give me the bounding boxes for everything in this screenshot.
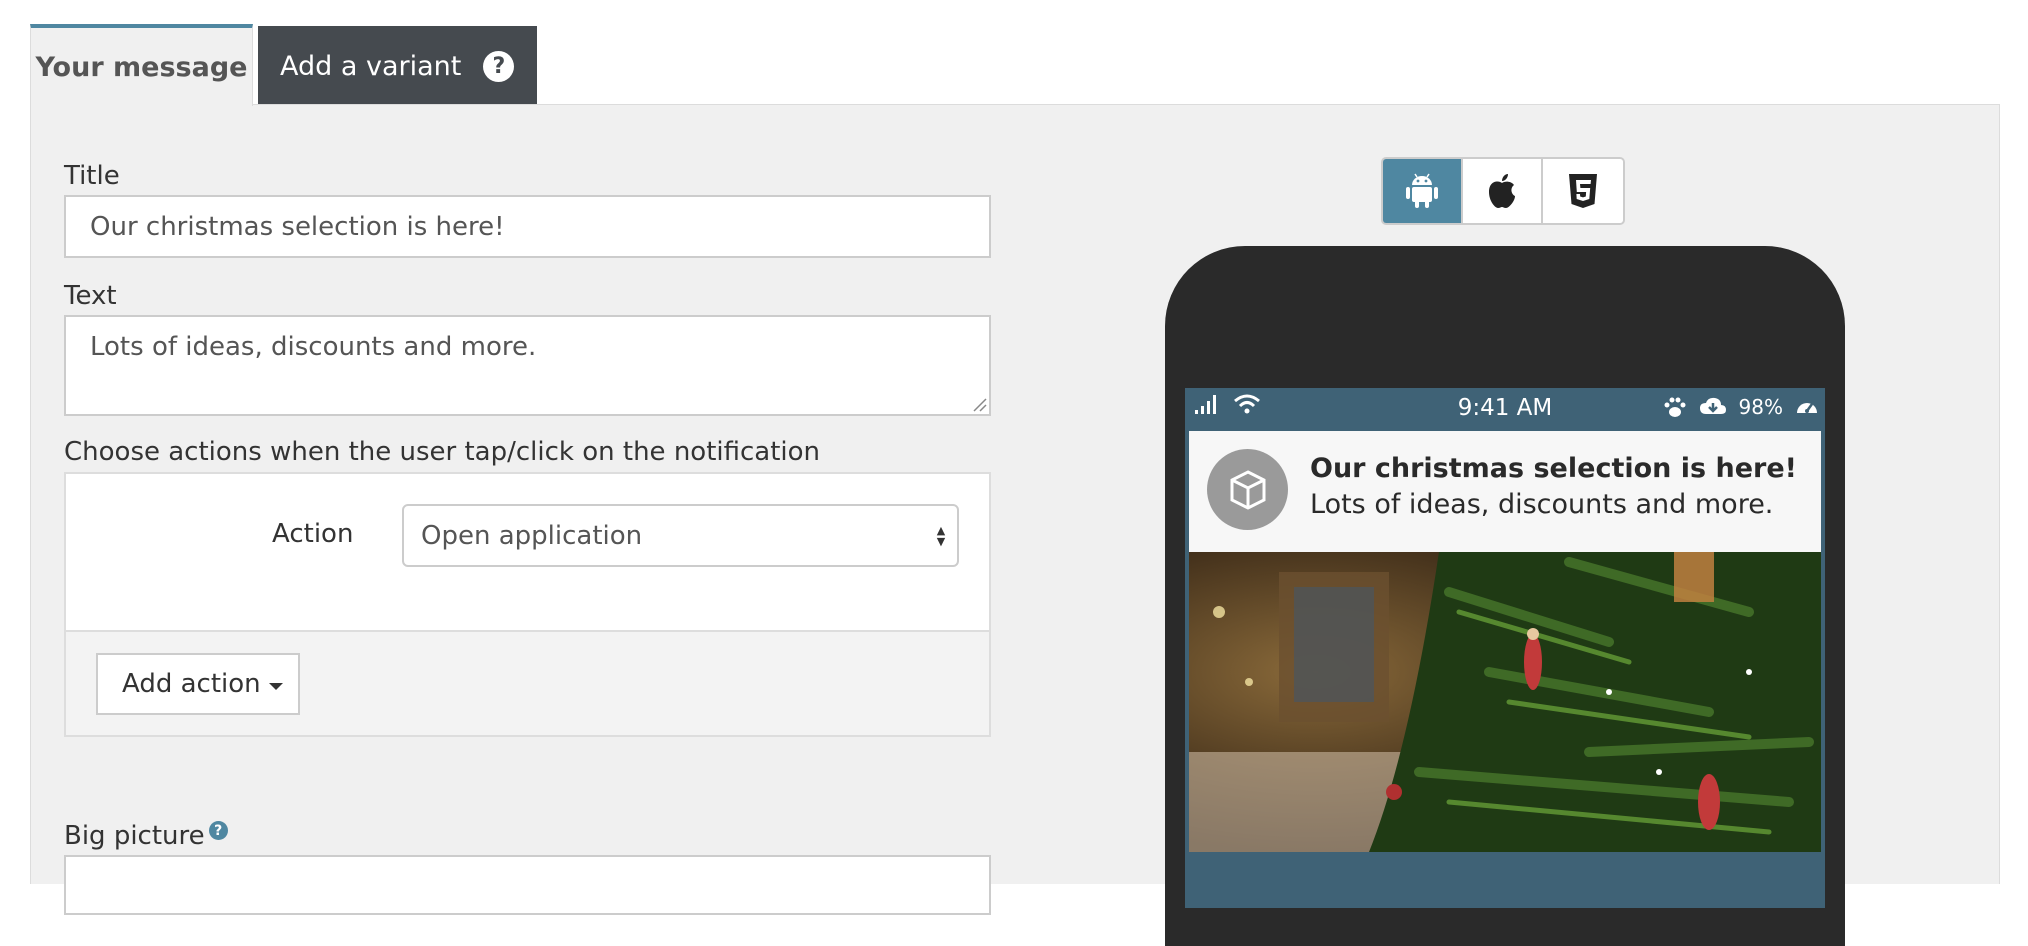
select-arrows-icon: ▲ ▼ [936, 524, 946, 548]
text-textarea-value: Lots of ideas, discounts and more. [90, 332, 537, 362]
big-picture-preview [1189, 552, 1821, 852]
phone-screen: 9:41 AM 98% Our christmas selection is h… [1185, 388, 1825, 908]
actions-footer: Add action [66, 630, 989, 735]
title-label: Title [64, 161, 120, 191]
question-circle-icon[interactable]: ? [483, 50, 515, 82]
big-picture-label: Big picture? [64, 821, 228, 851]
app-icon [1207, 449, 1288, 530]
phone-frame: 9:41 AM 98% Our christmas selection is h… [1165, 246, 1845, 946]
caret-down-icon [268, 682, 283, 690]
android-icon [1406, 173, 1438, 208]
paw-icon [1664, 397, 1686, 417]
tab-add-variant[interactable]: Add a variant ? [258, 26, 537, 106]
notification-text: Lots of ideas, discounts and more. [1310, 489, 1774, 520]
status-right: 98% [1663, 395, 1819, 419]
platform-android[interactable] [1383, 159, 1463, 223]
actions-label: Choose actions when the user tap/click o… [64, 437, 821, 467]
tab-your-message[interactable]: Your message [30, 24, 253, 106]
add-action-label: Add action [122, 669, 261, 699]
info-icon[interactable]: ? [208, 821, 228, 840]
text-textarea[interactable]: Lots of ideas, discounts and more. [64, 315, 991, 416]
apple-icon [1489, 174, 1515, 208]
notification-title: Our christmas selection is here! [1310, 453, 1797, 484]
platform-ios[interactable] [1463, 159, 1543, 223]
title-input[interactable]: Our christmas selection is here! [64, 195, 991, 258]
big-picture-label-text: Big picture [64, 821, 205, 851]
action-label: Action [272, 519, 354, 549]
text-label: Text [64, 281, 117, 311]
tab-add-variant-label: Add a variant [280, 50, 462, 82]
notification-card: Our christmas selection is here! Lots of… [1189, 431, 1821, 552]
add-action-button[interactable]: Add action [96, 653, 300, 715]
title-input-value: Our christmas selection is here! [90, 211, 505, 242]
platform-web[interactable] [1543, 159, 1623, 223]
platform-switcher [1381, 157, 1625, 225]
battery-level: 98% [1738, 395, 1783, 419]
message-panel: Title Our christmas selection is here! T… [30, 104, 2000, 946]
box-icon [1230, 469, 1265, 510]
dashboard-icon [1797, 403, 1817, 413]
resize-handle-icon[interactable] [971, 396, 987, 412]
tab-bar: Your message Add a variant ? [30, 24, 2001, 106]
status-bar: 9:41 AM 98% [1185, 388, 1825, 428]
action-select[interactable]: Open application ▲ ▼ [402, 504, 959, 567]
html5-icon [1569, 174, 1597, 208]
tab-your-message-label: Your message [35, 51, 248, 83]
cloud-download-icon [1699, 397, 1726, 414]
big-picture-input[interactable] [64, 855, 991, 915]
actions-box: Action Open application ▲ ▼ Add action [64, 472, 991, 737]
christmas-tree-photo [1189, 552, 1821, 852]
action-select-value: Open application [421, 520, 643, 551]
